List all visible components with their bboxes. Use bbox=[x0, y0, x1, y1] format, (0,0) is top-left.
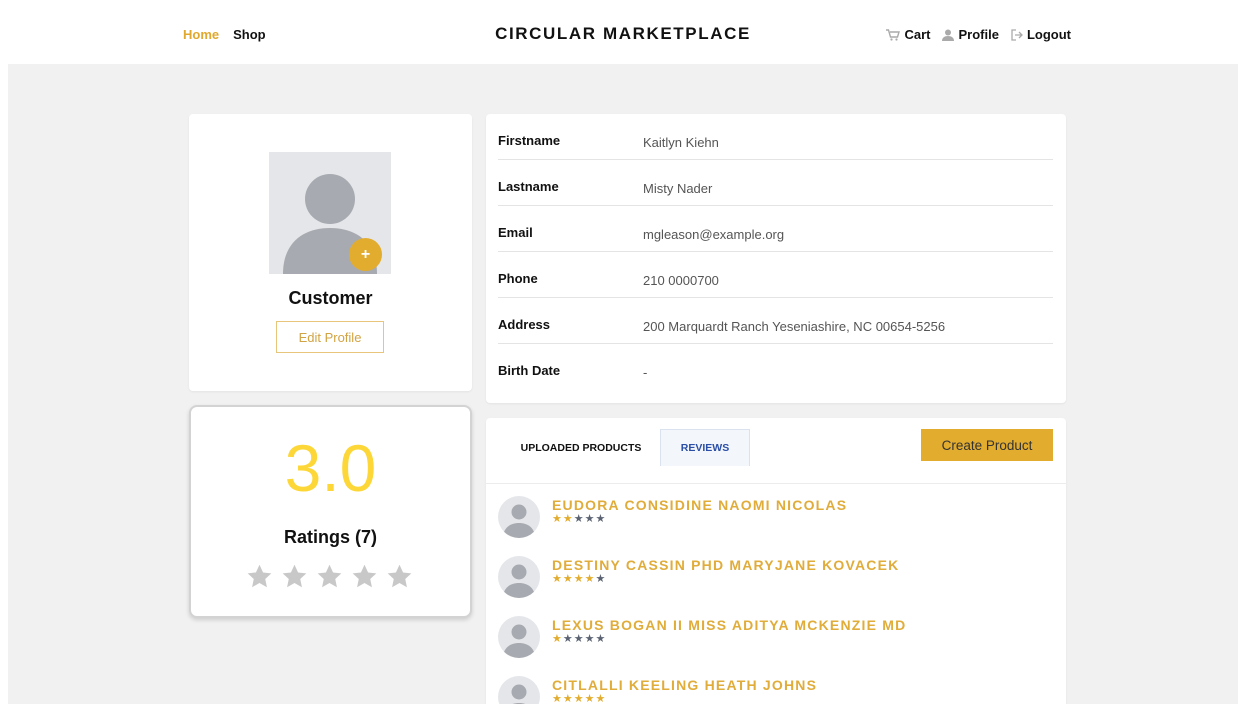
reviewer-name[interactable]: EUDORA CONSIDINE NAOMI NICOLAS bbox=[552, 497, 847, 513]
star-icon: ★ bbox=[595, 693, 606, 704]
reviewer-avatar-icon bbox=[498, 676, 540, 704]
page-edge-left bbox=[0, 64, 8, 704]
nav-home-link[interactable]: Home bbox=[183, 27, 219, 42]
info-value: 200 Marquardt Ranch Yeseniashire, NC 006… bbox=[643, 319, 946, 334]
logout-icon bbox=[1011, 28, 1023, 41]
star-icon: ★ bbox=[552, 513, 562, 525]
tab-reviews[interactable]: REVIEWS bbox=[660, 429, 750, 466]
star-icon[interactable] bbox=[281, 563, 308, 590]
star-icon: ★ bbox=[552, 573, 562, 585]
reviewer-name[interactable]: DESTINY CASSIN PHD MARYJANE KOVACEK bbox=[552, 557, 899, 573]
star-icon: ★ bbox=[595, 513, 606, 525]
tabs-bar: UPLOADED PRODUCTS REVIEWS Create Product bbox=[486, 418, 1066, 484]
nav-left: Home Shop bbox=[183, 27, 266, 42]
info-row-lastname: Lastname Misty Nader bbox=[498, 160, 1053, 206]
tab-uploaded-products[interactable]: UPLOADED PRODUCTS bbox=[508, 429, 654, 466]
review-rating-stars: ★ ★ ★ ★ ★ bbox=[552, 574, 605, 585]
info-label: Lastname bbox=[498, 179, 559, 194]
create-product-button[interactable]: Create Product bbox=[921, 429, 1053, 461]
star-icon[interactable] bbox=[386, 563, 413, 590]
profile-card: + Customer Edit Profile bbox=[189, 114, 472, 391]
review-list-item: LEXUS BOGAN II MISS ADITYA MCKENZIE MD ★ ★… bbox=[498, 616, 1058, 672]
review-list-item: DESTINY CASSIN PHD MARYJANE KOVACEK ★ ★ ★ ★ ★ bbox=[498, 556, 1058, 612]
info-value: Kaitlyn Kiehn bbox=[643, 135, 719, 150]
rating-value: 3.0 bbox=[284, 431, 377, 505]
info-value: mgleason@example.org bbox=[643, 227, 785, 242]
ratings-card: 3.0 Ratings (7) bbox=[189, 405, 472, 618]
nav-profile-link[interactable]: Profile bbox=[942, 27, 999, 42]
info-value: 210 0000700 bbox=[643, 273, 719, 288]
star-icon: ★ bbox=[595, 573, 606, 585]
review-rating-stars: ★ ★ ★ ★ ★ bbox=[552, 514, 605, 525]
star-icon: ★ bbox=[584, 693, 595, 704]
profile-role: Customer bbox=[288, 288, 373, 308]
info-value: Misty Nader bbox=[643, 181, 713, 196]
star-icon: ★ bbox=[573, 513, 584, 525]
ratings-count: Ratings (7) bbox=[283, 527, 377, 547]
star-icon: ★ bbox=[573, 633, 584, 645]
page-edge-right bbox=[1238, 64, 1246, 704]
nav-right: Cart Profile Logout bbox=[886, 27, 1071, 42]
nav-cart-link[interactable]: Cart bbox=[886, 27, 930, 42]
star-icon: ★ bbox=[573, 693, 584, 704]
star-icon: ★ bbox=[552, 693, 562, 704]
star-icon[interactable] bbox=[246, 563, 273, 590]
reviewer-avatar-icon bbox=[498, 496, 540, 538]
nav-logout-label: Logout bbox=[1026, 27, 1071, 42]
review-rating-stars: ★ ★ ★ ★ ★ bbox=[552, 634, 605, 645]
star-icon: ★ bbox=[584, 513, 595, 525]
rating-stars bbox=[246, 563, 413, 590]
info-row-firstname: Firstname Kaitlyn Kiehn bbox=[498, 114, 1053, 160]
nav-cart-label: Cart bbox=[904, 27, 931, 42]
info-label: Birth Date bbox=[498, 363, 561, 378]
reviewer-avatar-icon bbox=[498, 616, 540, 658]
cart-icon bbox=[886, 28, 901, 41]
star-icon: ★ bbox=[573, 573, 584, 585]
star-icon: ★ bbox=[562, 573, 573, 585]
review-list-item: CITLALLI KEELING HEATH JOHNS ★ ★ ★ ★ ★ bbox=[498, 676, 1058, 704]
star-icon: ★ bbox=[562, 633, 573, 645]
user-icon bbox=[942, 29, 955, 41]
star-icon: ★ bbox=[584, 573, 595, 585]
info-label: Email bbox=[498, 225, 533, 240]
reviewer-avatar-icon bbox=[498, 556, 540, 598]
edit-profile-button[interactable]: Edit Profile bbox=[276, 321, 384, 353]
info-label: Phone bbox=[498, 271, 538, 286]
star-icon[interactable] bbox=[351, 563, 378, 590]
user-info-card: Firstname Kaitlyn Kiehn Lastname Misty N… bbox=[486, 114, 1066, 403]
info-label: Firstname bbox=[498, 133, 561, 148]
top-navbar: Home Shop CIRCULAR MARKETPLACE Cart Prof… bbox=[0, 0, 1246, 64]
info-value: - bbox=[643, 365, 648, 380]
star-icon: ★ bbox=[552, 633, 562, 645]
add-photo-button[interactable]: + bbox=[349, 238, 382, 271]
star-icon: ★ bbox=[562, 513, 573, 525]
info-row-birth-date: Birth Date - bbox=[498, 344, 1053, 390]
star-icon: ★ bbox=[584, 633, 595, 645]
info-row-email: Email mgleason@example.org bbox=[498, 206, 1053, 252]
info-row-phone: Phone 210 0000700 bbox=[498, 252, 1053, 298]
review-list-item: EUDORA CONSIDINE NAOMI NICOLAS ★ ★ ★ ★ ★ bbox=[498, 496, 1058, 552]
star-icon: ★ bbox=[595, 633, 606, 645]
reviewer-name[interactable]: LEXUS BOGAN II MISS ADITYA MCKENZIE MD bbox=[552, 617, 906, 633]
review-rating-stars: ★ ★ ★ ★ ★ bbox=[552, 694, 605, 704]
info-label: Address bbox=[498, 317, 551, 332]
star-icon: ★ bbox=[562, 693, 573, 704]
products-reviews-card: UPLOADED PRODUCTS REVIEWS Create Product… bbox=[486, 418, 1066, 704]
nav-shop-link[interactable]: Shop bbox=[233, 27, 266, 42]
star-icon[interactable] bbox=[316, 563, 343, 590]
info-row-address: Address 200 Marquardt Ranch Yeseniashire… bbox=[498, 298, 1053, 344]
nav-logout-link[interactable]: Logout bbox=[1011, 27, 1071, 42]
nav-profile-label: Profile bbox=[958, 27, 999, 42]
reviewer-name[interactable]: CITLALLI KEELING HEATH JOHNS bbox=[552, 677, 817, 693]
